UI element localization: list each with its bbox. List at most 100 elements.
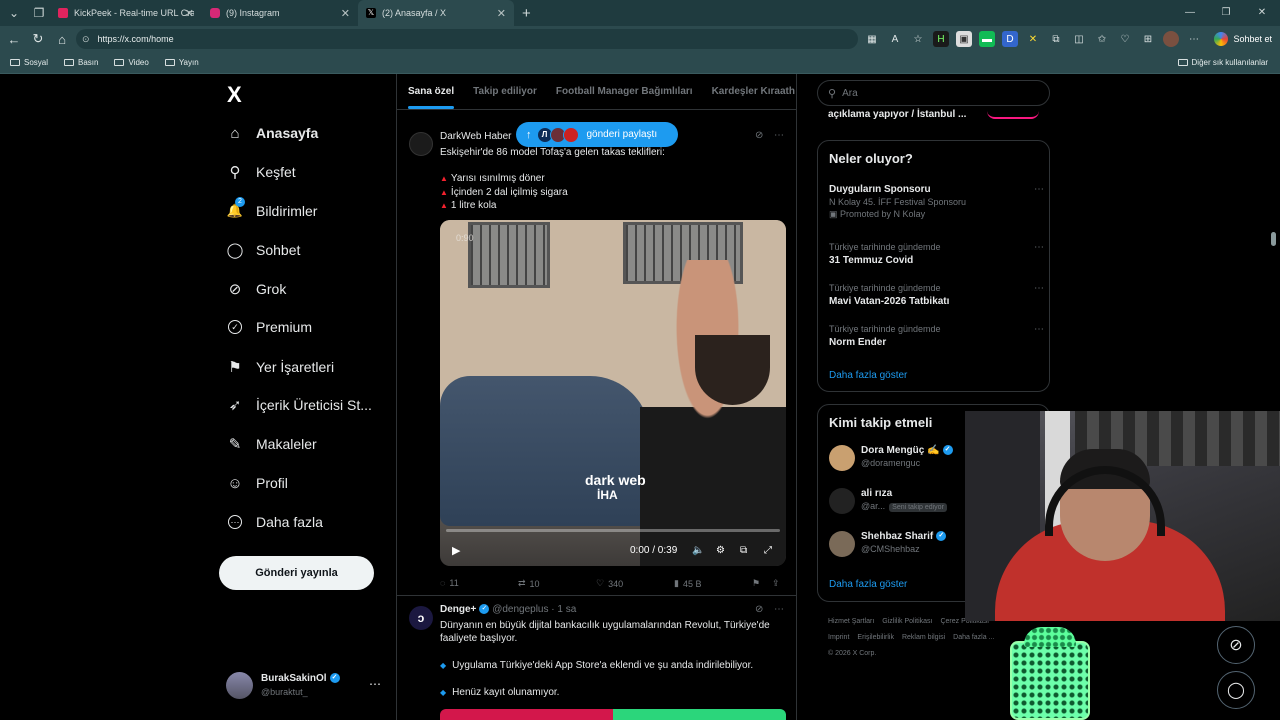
sidebar-item-more[interactable]: ⋯ Daha fazla: [226, 510, 323, 534]
close-tab-icon[interactable]: ✕: [341, 7, 350, 20]
post-button[interactable]: Gönderi yayınla: [219, 556, 374, 590]
tweet[interactable]: ↄ Denge+ ✓ @dengeplus · 1 sa ⊘ ⋯ Dünyanın…: [397, 596, 796, 720]
trend-item[interactable]: Duyguların Sponsoru N Kolay 45. İFF Fest…: [829, 184, 1044, 220]
other-bookmarks[interactable]: Diğer sık kullanılanlar: [1177, 58, 1268, 67]
browser-tab-instagram[interactable]: (9) Instagram ✕: [202, 0, 358, 26]
more-dots-icon[interactable]: ⋯: [774, 604, 784, 615]
sidebar-item-creator-studio[interactable]: ➶ İçerik Üreticisi St...: [226, 393, 372, 417]
sidebar-item-articles[interactable]: ✎ Makaleler: [226, 432, 317, 456]
url-bar[interactable]: ⊙ https://x.com/home: [76, 29, 858, 49]
browser-tab-x[interactable]: 𝕏 (2) Anasayfa / X ✕: [358, 0, 514, 26]
more-dots-icon[interactable]: ⋯: [774, 130, 784, 141]
home-icon[interactable]: ⌂: [50, 32, 74, 47]
video-player[interactable]: 0:90 dark web İHA ▶ 0:00 / 0:39 🔈 ⚙ ⧉ ⤢: [440, 220, 786, 566]
tweet[interactable]: DarkWeb Haber ⊘ ⋯ Eskişehir'de 86 model …: [397, 110, 796, 592]
more-dots-icon[interactable]: ⋯: [1034, 184, 1044, 195]
read-aloud-icon[interactable]: A: [887, 31, 903, 47]
more-dots-icon[interactable]: ⋯: [369, 677, 381, 691]
split-screen-icon[interactable]: ◫: [1071, 31, 1087, 47]
minimize-icon[interactable]: —: [1172, 0, 1208, 26]
more-dots-icon[interactable]: ⋯: [1034, 324, 1044, 335]
extensions-puzzle-icon[interactable]: ⧉: [1048, 31, 1064, 47]
sidebar-item-chat[interactable]: ◯ Sohbet: [226, 238, 301, 262]
account-switcher[interactable]: BurakSakinOl ✓ @buraktut_ ⋯: [226, 672, 391, 702]
back-icon[interactable]: ←: [2, 32, 26, 47]
footer-link[interactable]: Erişilebilirlik: [857, 634, 894, 641]
extension-icon[interactable]: ✕: [1025, 31, 1041, 47]
bookmark-folder[interactable]: Video: [114, 58, 149, 67]
footer-link[interactable]: Reklam bilgisi: [902, 634, 945, 641]
sidebar-item-profile[interactable]: ☺ Profil: [226, 471, 288, 495]
tab-following[interactable]: Takip ediliyor: [473, 86, 537, 97]
close-window-icon[interactable]: ✕: [1244, 0, 1280, 26]
fullscreen-icon[interactable]: ⤢: [764, 545, 772, 556]
sidebar-item-grok[interactable]: ⊘ Grok: [226, 277, 287, 301]
like-button[interactable]: ♡ 340: [596, 578, 623, 589]
tab-list[interactable]: Kardeşler Kıraath: [712, 86, 795, 97]
bookmark-folder[interactable]: Sosyal: [10, 58, 48, 67]
extension-icon[interactable]: D: [1002, 31, 1018, 47]
extension-icon[interactable]: ▣: [956, 31, 972, 47]
bookmark-folder[interactable]: Yayın: [164, 58, 199, 67]
more-dots-icon[interactable]: ⋯: [1034, 242, 1044, 253]
tweet-author[interactable]: DarkWeb Haber: [440, 131, 512, 142]
tab-list[interactable]: Football Manager Bağımlıları: [556, 86, 693, 97]
video-controls: ▶ 0:00 / 0:39 🔈 ⚙ ⧉ ⤢: [440, 538, 786, 562]
copilot-chat-button[interactable]: Sohbet et: [1214, 30, 1272, 48]
favorite-star-icon[interactable]: ☆: [910, 31, 926, 47]
new-posts-pill[interactable]: ↑ Л gönderi paylaştı: [516, 122, 678, 147]
sidebar-item-bookmarks[interactable]: ⚑ Yer İşaretleri: [226, 355, 334, 379]
apps-icon[interactable]: ▦: [864, 31, 880, 47]
mini-player-icon[interactable]: ⧉: [740, 545, 747, 556]
extension-icon[interactable]: ▬: [979, 31, 995, 47]
footer-link[interactable]: Imprint: [828, 634, 849, 641]
settings-more-icon[interactable]: ⋯: [1186, 31, 1202, 47]
favorites-icon[interactable]: ✩: [1094, 31, 1110, 47]
workspaces-icon[interactable]: ❐: [28, 2, 50, 24]
footer-link[interactable]: Gizlilik Politikası: [882, 618, 932, 625]
views-button[interactable]: ▮ 45 B: [674, 578, 701, 589]
grok-icon[interactable]: ⊘: [755, 604, 763, 615]
trend-item[interactable]: Türkiye tarihinde gündemde Mavi Vatan-20…: [829, 283, 1044, 307]
sidebar-item-home[interactable]: ⌂ Anasayfa: [226, 121, 318, 145]
extension-icon[interactable]: H: [933, 31, 949, 47]
bookmark-folder[interactable]: Basın: [64, 58, 98, 67]
close-tab-icon[interactable]: ✕: [185, 7, 194, 20]
video-progress[interactable]: [446, 529, 780, 532]
sidebar-item-notifications[interactable]: 🔔 2 Bildirimler: [226, 197, 317, 223]
settings-icon[interactable]: ⚙: [716, 545, 725, 556]
show-more-link[interactable]: Daha fazla göster: [829, 579, 907, 590]
reload-icon[interactable]: ↻: [26, 31, 50, 47]
search-input[interactable]: ⚲ Ara: [817, 80, 1050, 106]
site-info-icon[interactable]: ⊙: [82, 34, 90, 45]
tab-actions-icon[interactable]: ⌄: [3, 2, 25, 24]
grok-fab-icon[interactable]: ⊘: [1217, 626, 1255, 664]
browser-tab-kickpeek[interactable]: KickPeek - Real-time URL Crawler ✕: [50, 0, 202, 26]
repost-button[interactable]: ⇄ 10: [518, 578, 540, 589]
more-dots-icon[interactable]: ⋯: [1034, 283, 1044, 294]
browser-essentials-icon[interactable]: ♡: [1117, 31, 1133, 47]
tab-for-you[interactable]: Sana özel: [408, 86, 455, 109]
scrollbar-thumb[interactable]: [1271, 232, 1276, 246]
profile-avatar-icon[interactable]: [1163, 31, 1179, 47]
sidebar-item-premium[interactable]: ✓ Premium: [226, 315, 312, 339]
volume-icon[interactable]: 🔈: [692, 545, 704, 556]
footer-link[interactable]: Hizmet Şartları: [828, 618, 874, 625]
new-tab-icon[interactable]: +: [522, 5, 531, 22]
trend-title[interactable]: açıklama yapıyor / İstanbul ...: [828, 109, 966, 120]
play-icon[interactable]: ▶: [452, 544, 460, 557]
sidebar-item-explore[interactable]: ⚲ Keşfet: [226, 160, 296, 184]
grok-icon[interactable]: ⊘: [755, 130, 763, 141]
share-button[interactable]: ⇪: [772, 578, 780, 589]
x-logo[interactable]: X: [227, 82, 242, 108]
reply-button[interactable]: ◌ 11: [440, 578, 459, 588]
close-tab-icon[interactable]: ✕: [497, 7, 506, 20]
trend-item[interactable]: Türkiye tarihinde gündemde Norm Ender ⋯: [829, 324, 1044, 348]
bookmark-button[interactable]: ⚑: [752, 578, 760, 589]
messages-fab-icon[interactable]: ◯: [1217, 671, 1255, 709]
show-more-link[interactable]: Daha fazla göster: [829, 370, 907, 381]
maximize-icon[interactable]: ❐: [1208, 0, 1244, 26]
trend-item[interactable]: Türkiye tarihinde gündemde 31 Temmuz Cov…: [829, 242, 1044, 266]
collections-icon[interactable]: ⊞: [1140, 31, 1156, 47]
footer-link[interactable]: Daha fazla ...: [953, 634, 994, 641]
